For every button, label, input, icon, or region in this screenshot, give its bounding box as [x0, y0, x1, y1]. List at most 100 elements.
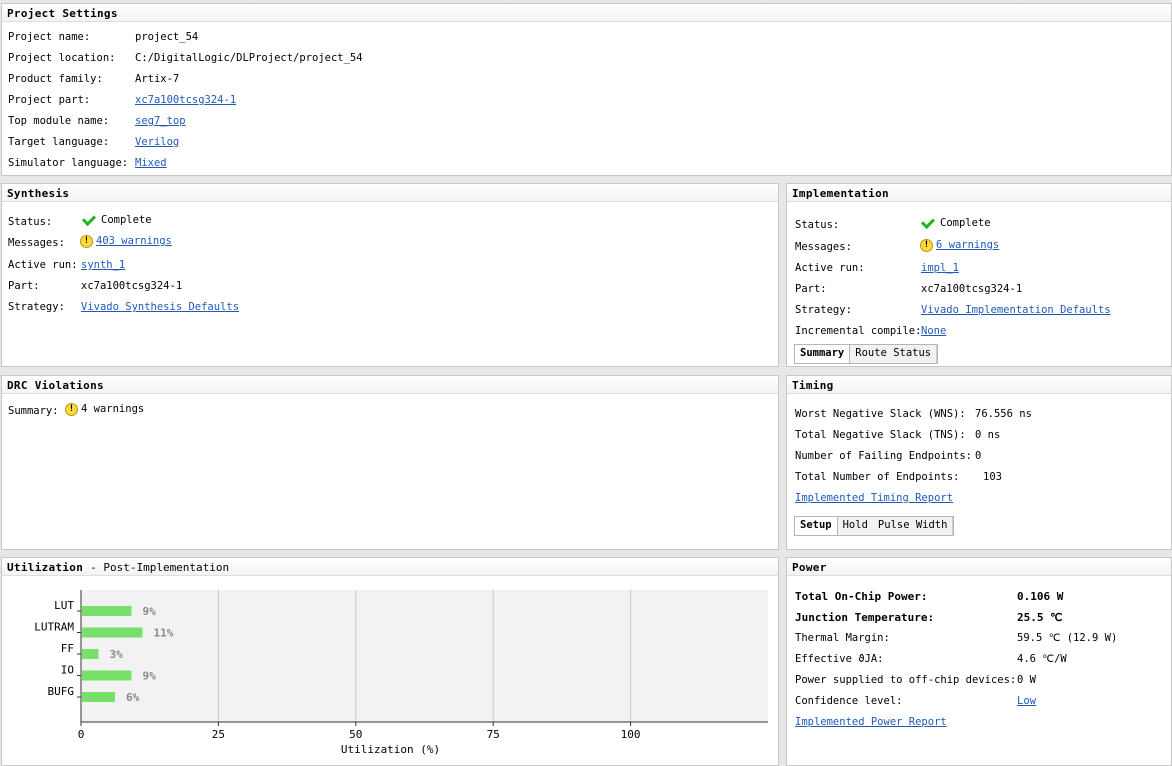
power-confidence-label: Confidence level:	[795, 695, 903, 707]
tab-summary[interactable]: Summary	[795, 345, 851, 363]
utilization-bar	[82, 627, 143, 638]
timing-failing-value: 0	[975, 450, 982, 462]
timing-failing-label: Number of Failing Endpoints:	[795, 450, 973, 462]
utilization-chart: 0 25 50 75 100 LUT 9% LUTRAM 11% FF 3% IO 9% BUFG 6% Ut…	[34, 590, 768, 756]
impl-strategy-link[interactable]: Vivado Implementation Defaults	[921, 303, 1111, 317]
power-junction-label: Junction Temperature:	[795, 611, 935, 624]
category-label: FF	[61, 642, 74, 655]
warning-icon: !	[920, 238, 933, 252]
synthesis-active-run-label: Active run:	[8, 259, 78, 271]
utilization-bar	[82, 692, 115, 702]
power-panel: Power Total On-Chip Power: 0.106 W Junct…	[786, 557, 1172, 766]
synthesis-part-value: xc7a100tcsg324-1	[81, 280, 183, 292]
timing-title: Timing	[787, 376, 1171, 394]
category-label: LUT	[54, 599, 74, 612]
utilization-title: Utilization	[7, 561, 84, 574]
check-icon	[920, 214, 936, 230]
category-label: LUTRAM	[34, 621, 74, 634]
impl-messages-link[interactable]: 6 warnings	[936, 239, 999, 251]
project-setting-link[interactable]: seg7_top	[135, 114, 186, 128]
utilization-bar	[82, 649, 99, 659]
bar-value-label: 3%	[109, 648, 123, 661]
power-report-link[interactable]: Implemented Power Report	[795, 716, 947, 728]
utilization-bar	[82, 670, 132, 681]
project-setting-label: Top module name:	[8, 115, 110, 127]
project-setting-label: Project part:	[8, 94, 91, 106]
synthesis-status-label: Status:	[8, 216, 53, 228]
implementation-title: Implementation	[787, 184, 1171, 202]
warning-icon: !	[80, 234, 93, 248]
power-junction-value: 25.5 ℃	[1017, 611, 1063, 624]
utilization-bar	[82, 606, 132, 616]
category-label: IO	[61, 664, 74, 677]
tab-pulse-width[interactable]: Pulse Width	[873, 517, 954, 535]
impl-active-run-link[interactable]: impl_1	[921, 261, 959, 275]
synthesis-messages-label: Messages:	[8, 237, 65, 249]
tab-setup[interactable]: Setup	[795, 517, 838, 535]
project-setting-value: Artix-7	[135, 73, 180, 85]
project-setting-label: Simulator language:	[8, 157, 129, 169]
timing-tns-value: 0 ns	[975, 429, 1001, 441]
synthesis-panel: Synthesis Status: Complete Messages: ! 40…	[1, 183, 779, 367]
project-setting-link[interactable]: Mixed	[135, 156, 167, 170]
power-thermal-value: 59.5 ℃ (12.9 W)	[1017, 632, 1118, 644]
synthesis-title: Synthesis	[2, 184, 778, 202]
x-tick-label: 0	[78, 728, 85, 741]
timing-total-value: 103	[983, 471, 1002, 483]
x-axis-label: Utilization (%)	[341, 743, 440, 756]
x-tick-label: 50	[349, 728, 362, 741]
x-tick-label: 75	[487, 728, 500, 741]
synthesis-part-label: Part:	[8, 280, 40, 292]
drc-summary-value: 4 warnings	[81, 403, 145, 415]
power-confidence-link[interactable]: Low	[1017, 694, 1036, 708]
synthesis-strategy-link[interactable]: Vivado Synthesis Defaults	[81, 300, 239, 314]
bar-value-label: 9%	[142, 605, 156, 618]
project-setting-label: Project name:	[8, 31, 91, 43]
power-offchip-value: 0 W	[1017, 674, 1036, 686]
power-total-value: 0.106 W	[1017, 590, 1064, 603]
impl-messages-label: Messages:	[795, 241, 852, 253]
project-settings-title: Project Settings	[2, 4, 1171, 22]
power-thermal-label: Thermal Margin:	[795, 632, 890, 644]
synthesis-strategy-label: Strategy:	[8, 301, 65, 313]
implementation-panel: Implementation Status: Complete Messages…	[786, 183, 1172, 367]
synthesis-status-value: Complete	[101, 214, 152, 226]
utilization-title-bar: Utilization - Post-Implementation	[2, 558, 778, 576]
tab-hold[interactable]: Hold	[838, 517, 873, 535]
synthesis-messages-link[interactable]: 403 warnings	[96, 235, 172, 247]
timing-panel: Timing Worst Negative Slack (WNS): 76.55…	[786, 375, 1172, 550]
impl-incremental-label: Incremental compile:	[795, 325, 922, 337]
project-setting-value: project_54	[135, 31, 199, 43]
utilization-panel: Utilization - Post-Implementation 0 25 50 7…	[1, 557, 779, 766]
impl-incremental-link[interactable]: None	[921, 324, 946, 338]
project-setting-link[interactable]: Verilog	[135, 135, 179, 149]
impl-active-run-label: Active run:	[795, 262, 865, 274]
timing-tabs: Setup Hold Pulse Width	[794, 516, 955, 536]
bar-value-label: 9%	[142, 670, 156, 683]
bar-value-label: 11%	[153, 627, 173, 640]
check-icon	[81, 211, 97, 227]
timing-report-link[interactable]: Implemented Timing Report	[795, 492, 953, 504]
project-setting-label: Product family:	[8, 73, 103, 85]
impl-status-value: Complete	[940, 217, 991, 229]
power-total-label: Total On-Chip Power:	[795, 590, 928, 603]
project-setting-value: C:/DigitalLogic/DLProject/project_54	[135, 52, 363, 64]
power-theta-label: Effective ϑJA:	[795, 653, 884, 665]
synthesis-active-run-link[interactable]: synth_1	[81, 258, 125, 272]
project-setting-link[interactable]: xc7a100tcsg324-1	[135, 93, 236, 107]
bar-value-label: 6%	[126, 691, 140, 704]
power-title: Power	[787, 558, 1171, 576]
impl-part-value: xc7a100tcsg324-1	[921, 283, 1023, 295]
drc-panel: DRC Violations Summary: ! 4 warnings	[1, 375, 779, 550]
project-settings-panel: Project Settings Project name: project_54…	[1, 3, 1172, 176]
timing-wns-value: 76.556 ns	[975, 408, 1032, 420]
tab-route-status[interactable]: Route Status	[850, 345, 938, 363]
impl-strategy-label: Strategy:	[795, 304, 852, 316]
impl-status-label: Status:	[795, 219, 840, 231]
power-theta-value: 4.6 ℃/W	[1017, 653, 1067, 665]
timing-total-label: Total Number of Endpoints:	[795, 471, 960, 483]
impl-part-label: Part:	[795, 283, 827, 295]
project-setting-label: Project location:	[8, 52, 116, 64]
category-label: BUFG	[48, 685, 75, 698]
utilization-subtitle: - Post-Implementation	[90, 561, 230, 574]
